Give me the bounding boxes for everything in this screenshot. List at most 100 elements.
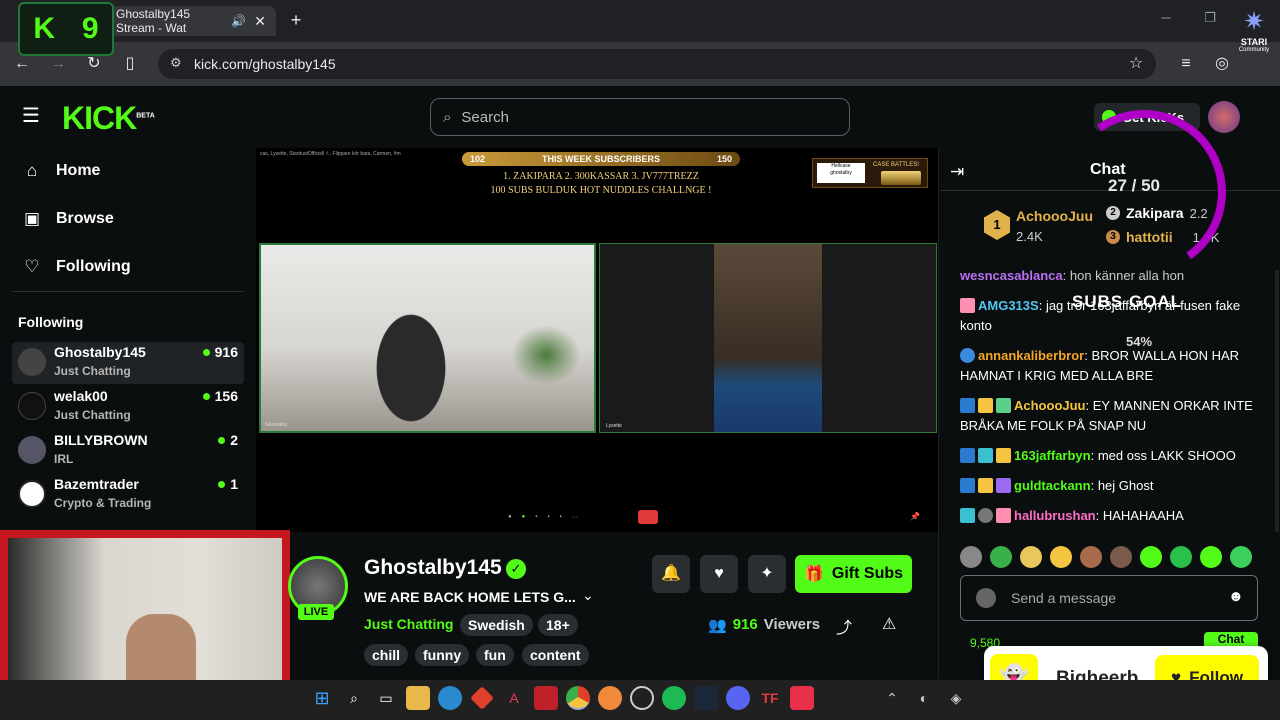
avatar xyxy=(18,436,46,464)
spotify-icon[interactable] xyxy=(662,686,686,710)
following-channel-row[interactable]: Bazemtrader Crypto & Trading 1 xyxy=(12,474,244,516)
steam-icon[interactable] xyxy=(694,686,718,710)
emote-icon[interactable] xyxy=(960,546,982,568)
emote-icon[interactable] xyxy=(1140,546,1162,568)
gift-subs-label: Gift Subs xyxy=(831,565,904,582)
chat-username[interactable]: 163jaffarbyn xyxy=(1014,448,1091,463)
edge-icon[interactable] xyxy=(438,686,462,710)
overlay-chat-line: cas, Lysette, StardustOfficiell :\ , Fli… xyxy=(260,151,401,157)
file-explorer-icon[interactable] xyxy=(406,686,430,710)
maximize-icon[interactable]: ❐ xyxy=(1200,10,1220,30)
tag-pill[interactable]: fun xyxy=(476,644,514,666)
viewer-count: 916 xyxy=(202,344,238,360)
app-icon[interactable] xyxy=(598,686,622,710)
chat-username[interactable]: wesncasablanca xyxy=(960,268,1063,283)
following-header: Following xyxy=(18,314,84,330)
chat-scrollbar[interactable] xyxy=(1275,270,1279,532)
sidebar-item-browse[interactable]: ▣ Browse xyxy=(22,205,114,233)
chat-text: med oss LAKK SHOOO xyxy=(1097,448,1236,463)
subs-left-count: 102 xyxy=(470,154,486,164)
user-avatar[interactable] xyxy=(1208,101,1240,133)
subs-leaderboard: 1. ZAKIPARA 2. 300KASSAR 3. JV777TREZZ 1… xyxy=(462,170,740,198)
following-channel-row[interactable]: Ghostalby145 Just Chatting 916 xyxy=(12,342,244,384)
site-info-icon[interactable]: ⚙ xyxy=(170,55,182,71)
tag-pill[interactable]: funny xyxy=(415,644,470,666)
viewer-face xyxy=(126,614,196,686)
emote-icon[interactable] xyxy=(1170,546,1192,568)
notification-bell-icon[interactable]: 🔔 xyxy=(652,555,690,593)
sponsor-logo: Hellcase ghostalby xyxy=(817,163,865,183)
collapse-chat-icon[interactable]: ⇥ xyxy=(950,162,964,182)
avatar xyxy=(18,392,46,420)
live-dot-icon xyxy=(218,480,226,488)
tag-pill[interactable]: chill xyxy=(364,644,409,666)
sidebar-item-label: Browse xyxy=(56,210,114,227)
minimize-icon[interactable]: ─ xyxy=(1156,10,1176,30)
tray-icon[interactable]: ◈ xyxy=(944,686,968,710)
search-input[interactable]: ⌕ Search xyxy=(430,98,850,136)
tiktok-icon[interactable] xyxy=(790,686,814,710)
chat-message-input[interactable]: Send a message xyxy=(960,575,1258,621)
tag-pill[interactable]: Swedish xyxy=(460,614,533,636)
sponsor-banner: Hellcase ghostalby CASE BATTLES! xyxy=(812,158,928,188)
app-icon[interactable]: A xyxy=(502,686,526,710)
new-tab-icon[interactable]: + xyxy=(284,8,308,32)
kick-logo[interactable]: KICKBETA xyxy=(62,100,155,137)
tag-pill[interactable]: 18+ xyxy=(538,614,578,636)
browser-tab[interactable]: Ghostalby145 Stream - Wat 🔊 ✕ xyxy=(96,6,276,36)
emote-icon[interactable] xyxy=(1020,546,1042,568)
emoji-icon[interactable]: ☻ xyxy=(1228,588,1244,605)
app-icon[interactable] xyxy=(630,686,654,710)
subs-goal-count: 27 / 50 xyxy=(1108,176,1160,195)
windows-start-icon[interactable]: ⊞ xyxy=(310,686,334,710)
chat-username[interactable]: AchoooJuu xyxy=(1014,398,1086,413)
chat-username[interactable]: guldtackann xyxy=(1014,478,1091,493)
sidebar-item-label: Following xyxy=(56,258,131,275)
emote-icon[interactable] xyxy=(1200,546,1222,568)
chrome-icon[interactable] xyxy=(566,686,590,710)
counter-value: 9 xyxy=(81,12,99,45)
follow-heart-icon[interactable]: ♥ xyxy=(700,555,738,593)
emote-icon[interactable] xyxy=(1230,546,1252,568)
task-view-icon[interactable]: ▭ xyxy=(374,686,398,710)
sidebar-item-home[interactable]: ⌂ Home xyxy=(22,157,101,185)
emote-icon[interactable] xyxy=(1050,546,1072,568)
share-icon[interactable]: ⤴ xyxy=(836,614,852,638)
following-channel-row[interactable]: welak00 Just Chatting 156 xyxy=(12,386,244,428)
url-bar[interactable]: kick.com/ghostalby145 xyxy=(158,49,1156,79)
subs-line: 100 SUBS BULDUK HOT NUDDLES CHALLNGE ! xyxy=(490,185,712,196)
chat-username[interactable]: AMG313S xyxy=(978,298,1039,313)
tab-audio-icon[interactable]: 🔊 xyxy=(231,14,246,28)
tag-pill[interactable]: content xyxy=(522,644,589,666)
sidebar-item-following[interactable]: ♡ Following xyxy=(22,253,131,281)
chat-username[interactable]: hallubrushan xyxy=(1014,508,1096,523)
sponsor-code: ghostalby xyxy=(830,170,852,176)
sparkle-icon[interactable]: ✦ xyxy=(748,555,786,593)
chat-text: HAHAHAAHA xyxy=(1102,508,1184,523)
bookmark-star-icon[interactable]: ☆ xyxy=(1124,52,1148,76)
moderator-badge-icon xyxy=(960,478,975,493)
app-icon[interactable] xyxy=(534,686,558,710)
emote-icon[interactable] xyxy=(990,546,1012,568)
streamer-name[interactable]: Ghostalby145 xyxy=(364,556,502,580)
chevron-down-icon[interactable]: ⌄ xyxy=(582,587,594,604)
channel-category: IRL xyxy=(54,452,74,466)
gift-subs-button[interactable]: 🎁 Gift Subs xyxy=(795,555,912,593)
stream-category[interactable]: Just Chatting xyxy=(364,616,453,632)
report-icon[interactable]: ⚠ xyxy=(882,614,896,634)
app-icon[interactable]: TF xyxy=(758,686,782,710)
media-control-icon[interactable]: ≡ xyxy=(1174,52,1198,76)
search-icon[interactable]: ⌕ xyxy=(342,686,366,710)
chat-username[interactable]: annankaliberbror xyxy=(978,348,1084,363)
tray-icon[interactable]: ◐ xyxy=(912,686,936,710)
close-tab-icon[interactable]: ✕ xyxy=(254,13,266,30)
chevron-up-icon[interactable]: ⌃ xyxy=(880,686,904,710)
emote-icon[interactable] xyxy=(1080,546,1102,568)
discord-icon[interactable] xyxy=(726,686,750,710)
side-panel-icon[interactable]: ▯ xyxy=(118,52,142,76)
live-dot-icon xyxy=(218,436,226,444)
emote-icon[interactable] xyxy=(1110,546,1132,568)
sub-badge-icon xyxy=(978,448,993,463)
following-channel-row[interactable]: BILLYBROWN IRL 2 xyxy=(12,430,244,472)
menu-icon[interactable]: ☰ xyxy=(22,106,42,126)
